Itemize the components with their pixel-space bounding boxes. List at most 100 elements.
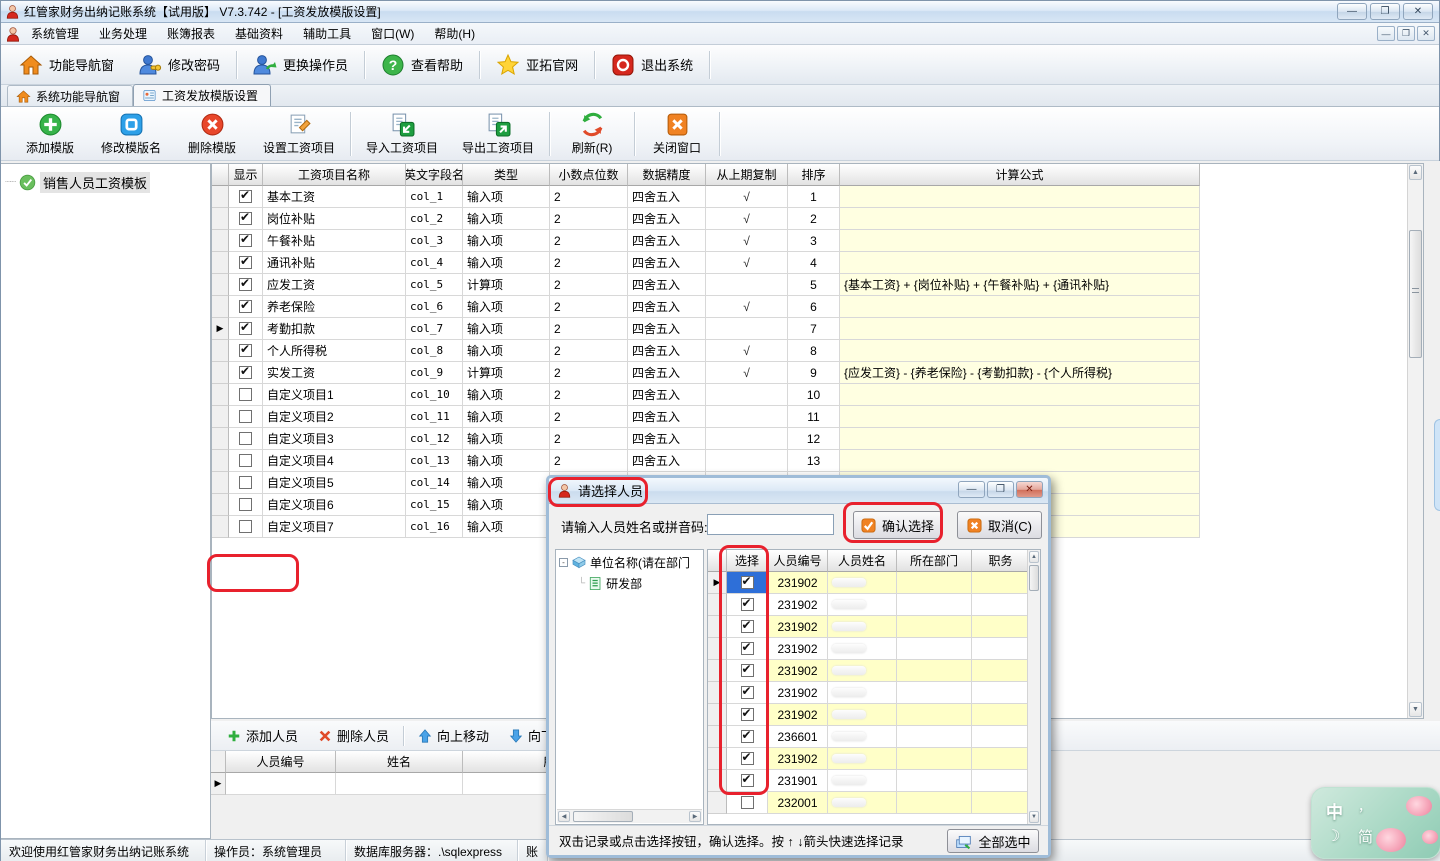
- restore-button[interactable]: ❐: [1370, 3, 1400, 20]
- show-checkbox-cell[interactable]: [229, 494, 263, 516]
- column-header[interactable]: 类型: [463, 164, 550, 186]
- title-cell[interactable]: [972, 572, 1030, 594]
- checkbox-icon[interactable]: [741, 752, 754, 765]
- decimals-cell[interactable]: 2: [550, 450, 628, 472]
- field-name-cell[interactable]: col_9: [406, 362, 463, 384]
- type-cell[interactable]: 输入项: [463, 516, 550, 538]
- checkbox-icon[interactable]: [239, 190, 252, 203]
- show-checkbox-cell[interactable]: [229, 340, 263, 362]
- person-id-cell[interactable]: 236601: [768, 726, 828, 748]
- column-header[interactable]: 人员编号: [768, 550, 828, 572]
- dialog-person-row[interactable]: 231901: [708, 770, 1040, 792]
- column-header[interactable]: 排序: [788, 164, 840, 186]
- copy-prev-cell[interactable]: √: [706, 186, 788, 208]
- menu-item[interactable]: 账簿报表: [157, 23, 225, 44]
- column-header[interactable]: 职务: [972, 550, 1030, 572]
- type-cell[interactable]: 输入项: [463, 208, 550, 230]
- decimals-cell[interactable]: 2: [550, 340, 628, 362]
- precision-cell[interactable]: 四舍五入: [628, 406, 706, 428]
- change-password-button[interactable]: 修改密码: [126, 49, 232, 81]
- decimals-cell[interactable]: 2: [550, 384, 628, 406]
- department-cell[interactable]: [897, 660, 972, 682]
- ime-charset-indicator[interactable]: 简: [1358, 826, 1373, 847]
- precision-cell[interactable]: 四舍五入: [628, 186, 706, 208]
- column-header[interactable]: 姓名: [336, 751, 463, 773]
- checkbox-icon[interactable]: [239, 212, 252, 225]
- formula-cell[interactable]: [840, 318, 1200, 340]
- formula-cell[interactable]: [840, 296, 1200, 318]
- title-cell[interactable]: [972, 792, 1030, 814]
- order-cell[interactable]: 5: [788, 274, 840, 296]
- order-cell[interactable]: 10: [788, 384, 840, 406]
- person-name-cell[interactable]: [828, 682, 897, 704]
- type-cell[interactable]: 计算项: [463, 362, 550, 384]
- tree-hscrollbar[interactable]: ◀ ▶: [557, 809, 702, 823]
- yatuo-website-button[interactable]: 亚拓官网: [484, 49, 590, 81]
- checkbox-icon[interactable]: [741, 774, 754, 787]
- person-name-cell[interactable]: [828, 616, 897, 638]
- order-cell[interactable]: 4: [788, 252, 840, 274]
- scroll-up-arrow[interactable]: ▲: [1409, 165, 1422, 180]
- formula-cell[interactable]: [840, 230, 1200, 252]
- person-name-cell[interactable]: [828, 748, 897, 770]
- checkbox-icon[interactable]: [239, 234, 252, 247]
- person-id-cell[interactable]: 231902: [768, 594, 828, 616]
- show-checkbox-cell[interactable]: [229, 208, 263, 230]
- item-name-cell[interactable]: 自定义项目2: [263, 406, 406, 428]
- item-name-cell[interactable]: 自定义项目3: [263, 428, 406, 450]
- field-name-cell[interactable]: col_14: [406, 472, 463, 494]
- department-cell[interactable]: [897, 616, 972, 638]
- title-cell[interactable]: [972, 682, 1030, 704]
- checkbox-icon[interactable]: [741, 576, 754, 589]
- salary-grid-row[interactable]: 应发工资 col_5 计算项 2 四舍五入 5 {基本工资} + {岗位补贴} …: [212, 274, 1423, 296]
- item-name-cell[interactable]: 考勤扣款: [263, 318, 406, 340]
- salary-grid-row[interactable]: 自定义项目4 col_13 输入项 2 四舍五入 13: [212, 450, 1423, 472]
- copy-prev-cell[interactable]: [706, 406, 788, 428]
- copy-prev-cell[interactable]: √: [706, 362, 788, 384]
- add-template-button[interactable]: 添加模版: [11, 110, 89, 158]
- mdi-close-button[interactable]: ✕: [1417, 26, 1435, 41]
- item-name-cell[interactable]: 自定义项目7: [263, 516, 406, 538]
- precision-cell[interactable]: 四舍五入: [628, 384, 706, 406]
- rename-template-button[interactable]: 修改模版名: [89, 110, 173, 158]
- select-checkbox-cell[interactable]: [727, 726, 768, 748]
- close-window-button[interactable]: 关闭窗口: [638, 110, 716, 158]
- order-cell[interactable]: 11: [788, 406, 840, 428]
- menu-item[interactable]: 帮助(H): [424, 23, 485, 44]
- checkbox-icon[interactable]: [239, 344, 252, 357]
- precision-cell[interactable]: 四舍五入: [628, 296, 706, 318]
- select-checkbox-cell[interactable]: [727, 770, 768, 792]
- show-checkbox-cell[interactable]: [229, 230, 263, 252]
- person-name-cell[interactable]: [828, 660, 897, 682]
- checkbox-icon[interactable]: [239, 278, 252, 291]
- column-header[interactable]: 小数点位数: [550, 164, 628, 186]
- edge-docked-widget[interactable]: [1434, 419, 1440, 511]
- copy-prev-cell[interactable]: √: [706, 296, 788, 318]
- dialog-person-row[interactable]: 231902: [708, 616, 1040, 638]
- type-cell[interactable]: 输入项: [463, 406, 550, 428]
- column-header[interactable]: 显示: [229, 164, 263, 186]
- select-checkbox-cell[interactable]: [727, 682, 768, 704]
- person-id-cell[interactable]: 231902: [768, 616, 828, 638]
- checkbox-icon[interactable]: [741, 730, 754, 743]
- salary-grid-row[interactable]: 自定义项目1 col_10 输入项 2 四舍五入 10: [212, 384, 1423, 406]
- person-name-cell[interactable]: [828, 594, 897, 616]
- precision-cell[interactable]: 四舍五入: [628, 208, 706, 230]
- salary-grid-row[interactable]: 午餐补贴 col_3 输入项 2 四舍五入 √ 3: [212, 230, 1423, 252]
- select-checkbox-cell[interactable]: [727, 638, 768, 660]
- copy-prev-cell[interactable]: √: [706, 340, 788, 362]
- precision-cell[interactable]: 四舍五入: [628, 318, 706, 340]
- mdi-minimize-button[interactable]: —: [1377, 26, 1395, 41]
- department-cell[interactable]: [897, 704, 972, 726]
- item-name-cell[interactable]: 岗位补贴: [263, 208, 406, 230]
- checkbox-icon[interactable]: [741, 664, 754, 677]
- dialog-person-row[interactable]: 231902: [708, 594, 1040, 616]
- department-cell[interactable]: [897, 792, 972, 814]
- formula-cell[interactable]: {基本工资} + {岗位补贴} + {午餐补贴} + {通讯补贴}: [840, 274, 1200, 296]
- show-checkbox-cell[interactable]: [229, 252, 263, 274]
- salary-grid-row[interactable]: 自定义项目3 col_12 输入项 2 四舍五入 12: [212, 428, 1423, 450]
- salary-grid-row[interactable]: 个人所得税 col_8 输入项 2 四舍五入 √ 8: [212, 340, 1423, 362]
- checkbox-icon[interactable]: [239, 498, 252, 511]
- formula-cell[interactable]: [840, 450, 1200, 472]
- person-name-cell[interactable]: [828, 572, 897, 594]
